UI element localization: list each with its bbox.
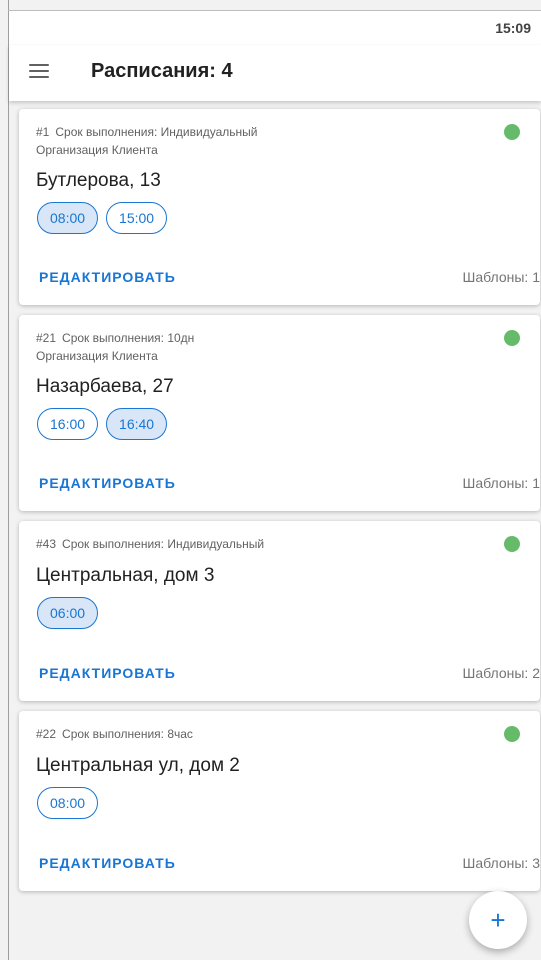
time-chips: 16:00 16:40	[37, 408, 168, 440]
time-chips: 08:00	[37, 787, 99, 819]
templates-count: Шаблоны: 1	[462, 269, 540, 285]
schedule-card[interactable]: #1 Срок выполнения: Индивидуальный Органи…	[19, 109, 540, 305]
edit-button[interactable]: РЕДАКТИРОВАТЬ	[39, 475, 176, 491]
time-chip[interactable]: 16:00	[37, 408, 99, 440]
address-title: Бутлерова, 13	[36, 170, 161, 191]
status-bar: 15:09	[9, 11, 541, 45]
templates-count: Шаблоны: 2	[462, 665, 540, 681]
schedule-card[interactable]: #22 Срок выполнения: 8час Центральная ул,…	[19, 711, 540, 891]
status-time: 15:09	[495, 20, 531, 36]
deadline-text: Срок выполнения: 10дн	[62, 331, 195, 345]
schedule-number: #21	[36, 331, 57, 345]
schedule-number: #1	[36, 125, 50, 139]
time-chips: 08:00 15:00	[37, 202, 168, 234]
add-schedule-button[interactable]: +	[469, 891, 527, 949]
time-chip[interactable]: 08:00	[37, 202, 99, 234]
status-indicator	[504, 330, 520, 346]
app-bar: Расписания: 4	[9, 45, 541, 101]
time-chip[interactable]: 16:40	[106, 408, 168, 440]
templates-count: Шаблоны: 1	[462, 475, 540, 491]
card-meta: #22 Срок выполнения: 8час	[36, 726, 193, 742]
address-title: Центральная, дом 3	[36, 565, 215, 586]
page-title: Расписания: 4	[91, 60, 233, 82]
schedule-list: #1 Срок выполнения: Индивидуальный Органи…	[19, 109, 540, 901]
card-meta: #21 Срок выполнения: 10дн	[36, 330, 194, 346]
address-title: Центральная ул, дом 2	[36, 755, 240, 776]
status-indicator	[504, 124, 520, 140]
deadline-text: Срок выполнения: Индивидуальный	[55, 125, 258, 139]
schedule-card[interactable]: #43 Срок выполнения: Индивидуальный Центр…	[19, 521, 540, 701]
card-meta: #43 Срок выполнения: Индивидуальный	[36, 536, 264, 552]
card-meta: #1 Срок выполнения: Индивидуальный	[36, 124, 257, 140]
menu-icon[interactable]	[29, 64, 49, 80]
schedule-number: #22	[36, 727, 57, 741]
status-indicator	[504, 726, 520, 742]
status-indicator	[504, 536, 520, 552]
plus-icon: +	[490, 905, 506, 935]
address-title: Назарбаева, 27	[36, 376, 174, 397]
edit-button[interactable]: РЕДАКТИРОВАТЬ	[39, 855, 176, 871]
window-left-edge	[8, 0, 9, 960]
organization-text: Организация Клиента	[36, 349, 158, 363]
schedule-number: #43	[36, 537, 57, 551]
organization-text: Организация Клиента	[36, 143, 158, 157]
time-chip[interactable]: 06:00	[37, 597, 99, 629]
deadline-text: Срок выполнения: Индивидуальный	[62, 537, 265, 551]
edit-button[interactable]: РЕДАКТИРОВАТЬ	[39, 665, 176, 681]
edit-button[interactable]: РЕДАКТИРОВАТЬ	[39, 269, 176, 285]
schedule-card[interactable]: #21 Срок выполнения: 10дн Организация Кли…	[19, 315, 540, 511]
time-chip[interactable]: 15:00	[106, 202, 168, 234]
deadline-text: Срок выполнения: 8час	[62, 727, 193, 741]
time-chips: 06:00	[37, 597, 99, 629]
templates-count: Шаблоны: 3	[462, 855, 540, 871]
time-chip[interactable]: 08:00	[37, 787, 99, 819]
